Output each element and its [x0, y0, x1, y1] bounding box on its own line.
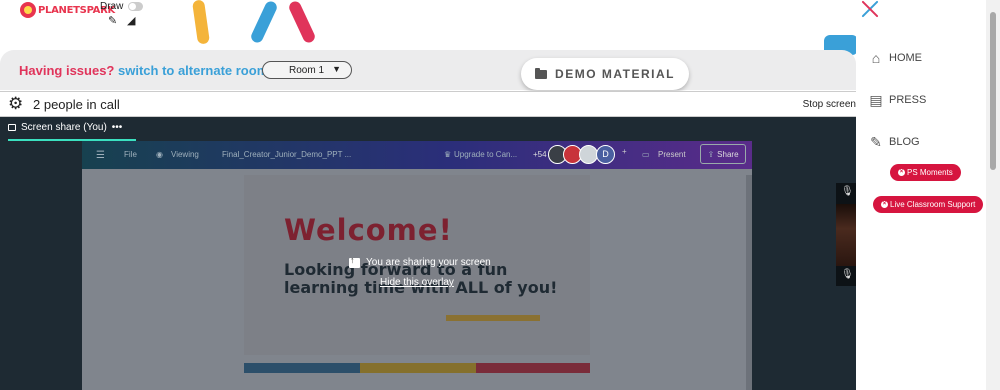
more-options-icon[interactable]: ••• — [112, 122, 123, 133]
nav-item-press[interactable]: ▤ PRESS — [868, 93, 926, 107]
participant-video — [836, 204, 856, 266]
video-area: Screen share (You) ••• ☰ File ◉ Viewing … — [0, 117, 856, 390]
avatar: D — [596, 145, 615, 164]
screen-share-label: Screen share (You) — [21, 122, 107, 133]
share-icon: ⇪ — [707, 149, 715, 159]
logo-mark — [20, 2, 36, 18]
gear-icon[interactable]: ⚙ — [8, 95, 23, 113]
upgrade-label: Upgrade to Can... — [454, 150, 518, 159]
blog-icon: ✎ — [870, 134, 882, 150]
decorative-arc-blue — [249, 0, 279, 45]
canva-file: File — [124, 150, 137, 159]
ps-moments-button[interactable]: × PS Moments — [890, 164, 961, 181]
present-label: Present — [658, 150, 686, 159]
issues-text: Having issues? switch to alternate room — [19, 63, 268, 78]
share-screen-icon — [349, 255, 360, 268]
slide-underline — [446, 315, 540, 321]
nav-item-label: PRESS — [889, 94, 927, 106]
overlay-message: You are sharing your screen — [366, 257, 491, 268]
monitor-icon — [8, 124, 16, 131]
menu-icon: ☰ — [96, 150, 105, 161]
people-count: 2 people in call — [33, 97, 120, 112]
canva-scrollbar — [746, 175, 752, 390]
issues-bar: Having issues? switch to alternate room … — [0, 50, 856, 90]
ps-moments-label: PS Moments — [907, 168, 953, 177]
decorative-arc-pink — [287, 0, 317, 45]
demo-material-button[interactable]: DEMO MATERIAL — [521, 58, 689, 90]
slide-welcome: Welcome! — [284, 213, 453, 247]
doc-title: Final_Creator_Junior_Demo_PPT ... — [222, 150, 352, 159]
draw-toggle[interactable] — [128, 2, 143, 11]
sharing-overlay: You are sharing your screen — [349, 255, 491, 268]
demo-material-label: DEMO MATERIAL — [555, 67, 675, 81]
plus-icon: + — [622, 147, 627, 156]
room-select[interactable]: Room 1 ▼ — [262, 61, 352, 79]
hide-overlay-link[interactable]: Hide this overlay — [380, 277, 454, 288]
collab-count: +54 — [533, 150, 547, 159]
room-select-value: Room 1 — [289, 64, 325, 76]
app-root: PLANETSPARK Draw ✎ ◢ Having issues? swit… — [0, 0, 1000, 390]
home-icon: ⌂ — [871, 50, 881, 66]
issues-prefix: Having issues? — [19, 63, 115, 78]
share-button: ⇪ Share — [700, 144, 746, 164]
pencil-icon[interactable]: ✎ — [108, 14, 117, 27]
crown-icon: ♛ — [444, 150, 452, 159]
eraser-icon[interactable]: ◢ — [127, 14, 135, 27]
color-bar-yellow — [360, 363, 476, 373]
color-bar-blue — [244, 363, 360, 373]
close-circle-icon: × — [898, 169, 905, 176]
eye-icon: ◉ — [156, 150, 163, 159]
nav-item-label: HOME — [889, 52, 922, 64]
stop-screen-button[interactable]: Stop screen — [803, 99, 856, 110]
side-nav: ⌂ HOME ▤ PRESS ✎ BLOG × PS Moments × Liv… — [856, 0, 986, 390]
screen-share-tab[interactable]: Screen share (You) ••• — [8, 122, 122, 133]
page-scrollbar[interactable] — [986, 0, 1000, 390]
live-support-label: Live Classroom Support — [890, 200, 976, 209]
draw-label: Draw — [100, 1, 124, 12]
caret-down-icon: ▼ — [332, 64, 341, 74]
canva-toolbar: ☰ File ◉ Viewing Final_Creator_Junior_De… — [82, 141, 752, 169]
mic-icon[interactable]: 🎙︎ — [841, 186, 854, 197]
nav-item-blog[interactable]: ✎ BLOG — [868, 134, 920, 150]
top-bar: PLANETSPARK Draw ✎ ◢ — [0, 0, 856, 50]
mic-icon[interactable]: 🎙︎ — [841, 269, 854, 280]
close-circle-icon: × — [881, 201, 888, 208]
scrollbar-thumb[interactable] — [990, 12, 996, 170]
live-support-button[interactable]: × Live Classroom Support — [873, 196, 984, 213]
canva-viewing: Viewing — [171, 150, 199, 159]
present-icon: ▭ — [642, 150, 650, 159]
color-bar-red — [476, 363, 590, 373]
decorative-arc-yellow — [191, 0, 211, 45]
nav-item-label: BLOG — [889, 136, 920, 148]
share-label: Share — [717, 149, 739, 159]
press-icon: ▤ — [869, 92, 883, 108]
nav-item-home[interactable]: ⌂ HOME — [868, 51, 922, 65]
call-header: ⚙ 2 people in call Stop screen — [0, 91, 856, 117]
close-icon[interactable] — [860, 0, 880, 18]
alternate-room-link[interactable]: switch to alternate room — [118, 63, 268, 78]
folder-icon — [535, 67, 548, 79]
